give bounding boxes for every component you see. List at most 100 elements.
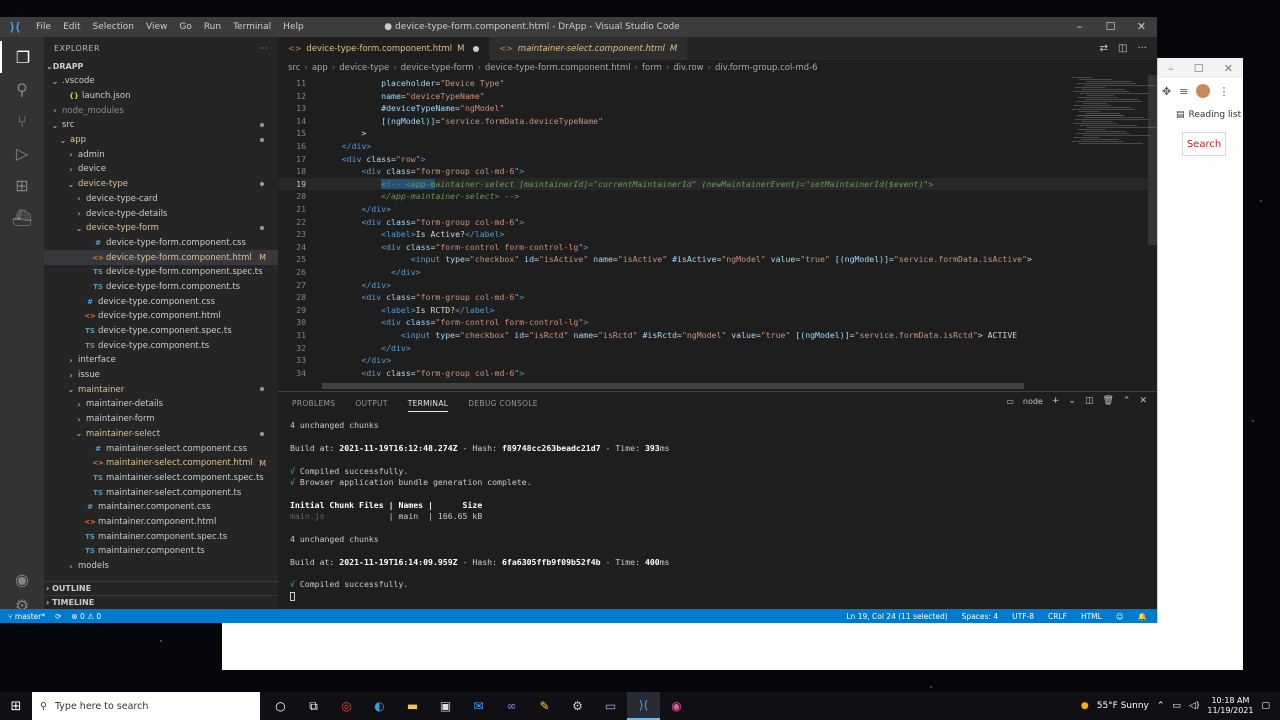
end-of-line[interactable]: CRLF — [1048, 612, 1067, 621]
tree-folder[interactable]: › interface — [44, 353, 278, 368]
notifications-icon[interactable]: 🔔 — [1138, 612, 1147, 621]
workspace-root[interactable]: ⌄ DRAPP — [44, 59, 278, 74]
code-line[interactable]: 29 <label>Is RCTD?</label> — [278, 304, 1148, 317]
outline-section[interactable]: › OUTLINE — [44, 581, 278, 595]
tree-file[interactable]: <> maintainer.component.html — [44, 515, 278, 530]
sync-icon[interactable]: ⟳ — [55, 612, 61, 621]
terminal-output[interactable]: 4 unchanged chunks Build at: 2021-11-19T1… — [290, 420, 1150, 602]
timeline-section[interactable]: › TIMELINE — [44, 595, 278, 609]
vertical-scrollbar[interactable] — [1148, 75, 1157, 245]
terminal-app-icon[interactable]: ▭ — [594, 692, 627, 720]
code-line[interactable]: 28 <div class="form-group col-md-6"> — [278, 291, 1148, 304]
notifications-icon[interactable]: ▢ — [1261, 701, 1270, 711]
code-line[interactable]: 26 </div> — [278, 266, 1148, 279]
code-line[interactable]: 17 <div class="row"> — [278, 153, 1148, 166]
cursor-position[interactable]: Ln 19, Col 24 (11 selected) — [846, 612, 947, 621]
network-icon[interactable]: ▭ — [1172, 701, 1181, 711]
tree-folder[interactable]: › device-type-details — [44, 206, 278, 221]
code-line[interactable]: 13 #deviceTypeName="ngModel" — [278, 102, 1148, 115]
breadcrumb-item[interactable]: src — [288, 63, 300, 73]
code-line[interactable]: 21 </div> — [278, 203, 1148, 216]
menu-item-edit[interactable]: Edit — [57, 22, 86, 32]
tree-file[interactable]: TS device-type.component.spec.ts — [44, 324, 278, 339]
search-icon[interactable]: ⚲ — [0, 73, 44, 105]
tree-file[interactable]: <> maintainer-select.component.html M — [44, 456, 278, 471]
more-actions-icon[interactable]: ··· — [1137, 43, 1147, 54]
code-editor[interactable]: 11 placeholder="Device Type" 12 name="dev… — [278, 75, 1148, 389]
code-line[interactable]: 31 <input type="checkbox" id="isRctd" na… — [278, 329, 1148, 342]
code-line[interactable]: 20 </app-maintainer-select> --> — [278, 190, 1148, 203]
windows-start-icon[interactable]: ⊞ — [0, 699, 32, 714]
tree-file[interactable]: TS maintainer.component.ts — [44, 544, 278, 559]
minimize-button[interactable]: – — [1064, 17, 1095, 37]
breadcrumb-item[interactable]: div.form-group.col-md-6 — [715, 63, 818, 73]
code-line[interactable]: 34 <div class="form-group col-md-6"> — [278, 367, 1148, 380]
search-button[interactable]: Search — [1182, 132, 1226, 156]
tree-folder[interactable]: ⌄ device-type-form — [44, 221, 278, 236]
volume-icon[interactable]: ◁) — [1189, 701, 1199, 711]
tree-file[interactable]: # device-type-form.component.css — [44, 236, 278, 251]
code-line[interactable]: 24 <div class="form-control form-control… — [278, 241, 1148, 254]
tree-file[interactable]: # maintainer-select.component.css — [44, 441, 278, 456]
tree-folder[interactable]: › maintainer-form — [44, 412, 278, 427]
menu-item-go[interactable]: Go — [173, 22, 197, 32]
menu-item-run[interactable]: Run — [198, 22, 227, 32]
extensions-icon[interactable]: ✥ — [1162, 85, 1171, 98]
tree-folder[interactable]: › node_modules — [44, 103, 278, 118]
tree-file[interactable]: <> device-type-form.component.html M — [44, 250, 278, 265]
tree-folder[interactable]: › device-type-card — [44, 192, 278, 207]
tree-file[interactable]: TS maintainer.component.spec.ts — [44, 529, 278, 544]
tree-folder[interactable]: ⌄ maintainer-select — [44, 427, 278, 442]
docker-icon[interactable]: ⛴ — [0, 201, 44, 233]
maximize-panel-icon[interactable]: ⌃ — [1123, 396, 1131, 406]
breadcrumb-item[interactable]: app — [312, 63, 328, 73]
mail-icon[interactable]: ✉ — [462, 692, 495, 720]
tree-folder[interactable]: ⌄ .vscode — [44, 74, 278, 89]
clock[interactable]: 10:18 AM 11/19/2021 — [1207, 696, 1253, 716]
extensions-icon[interactable]: ⊞ — [0, 169, 44, 201]
tree-folder[interactable]: › maintainer-details — [44, 397, 278, 412]
tab-maintainer-select-html[interactable]: <> maintainer-select.component.html M — [489, 37, 688, 60]
favorites-icon[interactable]: ≡ — [1179, 85, 1188, 98]
code-line[interactable]: 22 <div class="form-group col-md-6"> — [278, 216, 1148, 229]
code-line[interactable]: 11 placeholder="Device Type" — [278, 77, 1148, 90]
horizontal-scrollbar[interactable] — [322, 383, 1024, 389]
more-actions-icon[interactable]: ··· — [259, 44, 268, 53]
task-view-icon[interactable]: ⧉ — [297, 692, 330, 720]
panel-tab-debug-console[interactable]: DEBUG CONSOLE — [468, 399, 538, 408]
taskbar-search[interactable]: ⚲ Type here to search — [32, 692, 260, 720]
panel-tab-terminal[interactable]: TERMINAL — [407, 399, 449, 412]
code-line[interactable]: 16 </div> — [278, 140, 1148, 153]
problems-status[interactable]: ⊗ 0 ⚠ 0 — [71, 612, 101, 621]
background-browser-window[interactable]: – ☐ ✕ ✥ ≡ ⋮ ▤ Reading list Search — [1157, 58, 1243, 670]
sticky-notes-icon[interactable]: ✎ — [528, 692, 561, 720]
code-line[interactable]: 19 <!-- <app-maintainer-select [maintain… — [278, 177, 1148, 191]
code-line[interactable]: 14 [(ngModel)]="service.formData.deviceT… — [278, 115, 1148, 128]
tab-device-type-form-html[interactable]: <> device-type-form.component.html M — [278, 37, 490, 60]
compare-icon[interactable]: ⇄ — [1100, 43, 1108, 54]
tree-file[interactable]: TS device-type-form.component.spec.ts — [44, 265, 278, 280]
run-debug-icon[interactable]: ▷ — [0, 137, 44, 169]
tree-folder[interactable]: › issue — [44, 368, 278, 383]
minimize-icon[interactable]: – — [1168, 62, 1174, 75]
language-mode[interactable]: HTML — [1081, 612, 1102, 621]
vscode-taskbar-icon[interactable]: ⟩⟨ — [627, 692, 660, 720]
menu-item-file[interactable]: File — [30, 22, 57, 32]
chevron-down-icon[interactable]: ⌄ — [1068, 396, 1076, 406]
tree-file[interactable]: TS maintainer-select.component.ts — [44, 485, 278, 500]
split-editor-icon[interactable]: ◫ — [1118, 43, 1127, 54]
panel-tab-problems[interactable]: PROBLEMS — [292, 399, 335, 408]
tree-file[interactable]: # maintainer.component.css — [44, 500, 278, 515]
weather-label[interactable]: 55°F Sunny — [1097, 701, 1149, 711]
chrome-icon[interactable]: ◎ — [330, 692, 363, 720]
code-line[interactable]: 27 </div> — [278, 279, 1148, 292]
maximize-button[interactable]: ☐ — [1095, 17, 1126, 37]
code-line[interactable]: 32 </div> — [278, 342, 1148, 355]
indentation[interactable]: Spaces: 4 — [962, 612, 998, 621]
tree-folder[interactable]: ⌄ app — [44, 133, 278, 148]
breadcrumb-item[interactable]: div.row — [673, 63, 703, 73]
close-icon[interactable]: ✕ — [1224, 62, 1233, 75]
menu-item-selection[interactable]: Selection — [87, 22, 140, 32]
feedback-icon[interactable]: ☺ — [1116, 612, 1124, 621]
new-terminal-icon[interactable]: + — [1052, 396, 1060, 406]
